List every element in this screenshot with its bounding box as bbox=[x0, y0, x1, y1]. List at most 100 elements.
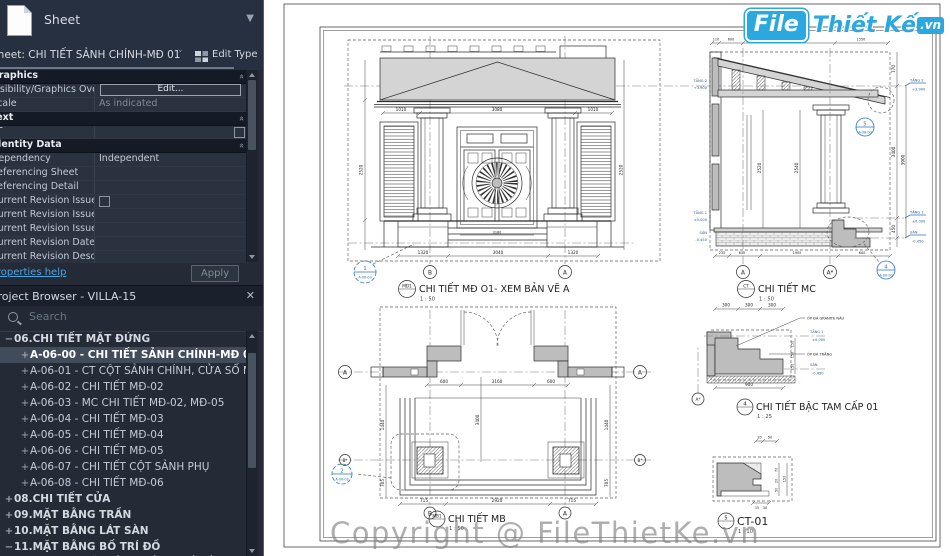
tree-item-a0607[interactable]: +A-06-07 - CHI TIẾT CỘT SẢNH PHỤ bbox=[0, 459, 248, 475]
scroll-down-icon[interactable] bbox=[249, 255, 255, 259]
section-header-graphics[interactable]: Graphics« bbox=[0, 70, 248, 84]
tree-item-a0606[interactable]: +A-06-06 - CHI TIẾT MĐ-05 bbox=[0, 443, 248, 459]
dim-label: 30 bbox=[763, 506, 767, 510]
prop-row-rev-to: Current Revision Issued To bbox=[0, 222, 248, 237]
properties-type-selector[interactable]: Sheet ▼ bbox=[0, 0, 263, 42]
scroll-up-icon[interactable] bbox=[249, 73, 255, 77]
section-title: Text bbox=[0, 111, 14, 123]
dim-label: 3400 bbox=[891, 146, 896, 157]
dim-label: 1440 bbox=[604, 419, 609, 430]
dim-label: 640 bbox=[859, 251, 865, 255]
tree-item-a0600[interactable]: +A-06-00 - CHI TIẾT SẢNH CHÍNH-MĐ 01 bbox=[0, 347, 248, 363]
expand-icon[interactable]: + bbox=[20, 380, 30, 395]
tree-item-10[interactable]: +10.MẶT BẰNG LÁT SÀN bbox=[0, 523, 248, 539]
dim-label: 3900 bbox=[901, 154, 906, 165]
chevron-down-icon[interactable]: ˅ bbox=[178, 50, 183, 60]
expand-icon[interactable]: + bbox=[20, 396, 30, 411]
expand-icon[interactable]: + bbox=[4, 508, 14, 523]
chevron-down-icon[interactable]: ▼ bbox=[246, 13, 254, 24]
prop-label: Current Revision Descripti... bbox=[0, 250, 94, 262]
prop-row-scale: Scale As indicated bbox=[0, 97, 248, 112]
prop-label: Current Revision Date bbox=[0, 236, 94, 248]
tree-item-08[interactable]: +08.CHI TIẾT CỬA bbox=[0, 491, 248, 507]
tree-item-a0602[interactable]: +A-06-02 - CHI TIẾT MĐ-02 bbox=[0, 379, 248, 395]
scroll-thumb[interactable] bbox=[248, 353, 256, 468]
view-callout-1[interactable]: 1 A-06-03 bbox=[353, 243, 415, 284]
dim-label: 770 bbox=[891, 65, 896, 73]
svg-text:TẦNG 1: TẦNG 1 bbox=[692, 210, 707, 215]
tree-item-06[interactable]: −06.CHI TIẾT MẶT ĐỨNG bbox=[0, 331, 248, 347]
dim-label: 150 bbox=[791, 341, 795, 347]
detail-callout-5[interactable]: 5 A-06-00 bbox=[855, 117, 875, 137]
section-header-identity[interactable]: Identity Data« bbox=[0, 139, 248, 154]
prop-row-rev-issued: Current Revision Issued bbox=[0, 195, 248, 209]
properties-scrollbar[interactable] bbox=[246, 70, 258, 262]
prop-label: Current Revision Issued By bbox=[0, 208, 94, 220]
logo-tld-badge: .vn bbox=[917, 17, 944, 34]
dim-label: 150 bbox=[783, 476, 787, 482]
dim-label: 3080 bbox=[492, 107, 503, 112]
section-header-text[interactable]: Text« bbox=[0, 111, 248, 126]
steps-profile bbox=[714, 337, 784, 375]
expand-icon[interactable]: + bbox=[20, 348, 30, 363]
grid-bubble: B bbox=[428, 271, 432, 277]
tree-item-a0604[interactable]: +A-06-04 - CHI TIẾT MĐ-03 bbox=[0, 411, 248, 427]
dim-label: 20 bbox=[775, 479, 779, 483]
material-note: ỐP ĐÁ GRANITE NÂU bbox=[807, 316, 845, 321]
expand-icon[interactable]: + bbox=[4, 492, 14, 507]
grid-bubble: A bbox=[563, 271, 567, 277]
search-input[interactable] bbox=[27, 309, 231, 324]
detail-callout-4[interactable]: 4 A-06-00 bbox=[876, 260, 896, 280]
dim-label: 900 bbox=[745, 382, 753, 387]
expand-icon[interactable]: + bbox=[20, 460, 30, 475]
dim-label: 300 bbox=[722, 303, 730, 308]
tree-item-a0608[interactable]: +A-06-08 - CHI TIẾT MĐ-06 bbox=[0, 475, 248, 491]
properties-help-link[interactable]: Properties help bbox=[0, 267, 66, 278]
edit-overrides-button[interactable]: Edit... bbox=[100, 84, 241, 97]
dim-label: 600 bbox=[728, 38, 734, 42]
browser-scrollbar[interactable] bbox=[246, 331, 258, 556]
expand-icon[interactable]: − bbox=[4, 332, 14, 347]
expand-icon[interactable]: + bbox=[20, 364, 30, 379]
scroll-thumb[interactable] bbox=[248, 80, 256, 150]
dim-label: 1010 bbox=[396, 107, 407, 112]
expand-icon[interactable]: + bbox=[20, 428, 30, 443]
left-dock: Sheet ▼ Sheet: CHI TIẾT SẢNH CHÍNH-MĐ 01… bbox=[0, 0, 264, 556]
dim-label: 615 bbox=[739, 251, 745, 255]
view-title: CHI TIẾT MĐ O1- XEM BẢN VẼ A bbox=[419, 283, 570, 295]
svg-text:+3.900: +3.900 bbox=[912, 88, 926, 92]
dim-label: 1905 bbox=[793, 251, 802, 255]
view-title-steps: 4 CHI TIẾT BẬC TAM CẤP 01 1 : 25 bbox=[736, 398, 878, 420]
tt-checkbox[interactable] bbox=[234, 126, 245, 138]
edit-type-button[interactable]: Edit Type bbox=[212, 49, 258, 60]
prop-row-ref-sheet: Referencing Sheet bbox=[0, 167, 248, 182]
dim-label: 2520 bbox=[619, 164, 624, 175]
tree-label: A-06-01 - CT CỘT SẢNH CHÍNH, CỬA SỔ MÁI bbox=[30, 365, 248, 377]
expand-icon[interactable]: − bbox=[4, 540, 14, 555]
scroll-up-icon[interactable] bbox=[249, 334, 255, 338]
material-note: ỐP ĐÁ TRẮNG bbox=[807, 352, 832, 357]
plan-view: A A B* B* 600 3160 600 3400 2 A-06-03 71… bbox=[331, 306, 654, 532]
expand-icon[interactable]: + bbox=[20, 412, 30, 427]
tree-item-09[interactable]: +09.MẶT BẰNG TRẦN bbox=[0, 507, 248, 523]
revision-issued-checkbox[interactable] bbox=[99, 195, 110, 207]
tree-item-a0601[interactable]: +A-06-01 - CT CỘT SẢNH CHÍNH, CỬA SỔ MÁI bbox=[0, 363, 248, 379]
apply-button[interactable]: Apply bbox=[191, 265, 239, 282]
properties-footer: Properties help Apply bbox=[0, 263, 263, 285]
scroll-down-icon[interactable] bbox=[249, 549, 255, 553]
view-callout-2[interactable]: 2 A-06-03 bbox=[331, 463, 353, 485]
close-icon[interactable]: ✕ bbox=[246, 289, 255, 302]
tree-item-a0605[interactable]: +A-06-05 - CHI TIẾT MĐ-04 bbox=[0, 427, 248, 443]
edit-type-icon[interactable] bbox=[194, 48, 209, 67]
svg-text:A-06-03: A-06-03 bbox=[358, 276, 371, 280]
project-browser-titlebar: Project Browser - VILLA-15 ✕ bbox=[0, 285, 263, 307]
tree-item-11[interactable]: −11.MẶT BẰNG BỐ TRÍ ĐỒ bbox=[0, 539, 248, 555]
svg-text:TẦNG 2: TẦNG 2 bbox=[692, 78, 707, 83]
tree-item-a0603[interactable]: +A-06-03 - MC CHI TIẾT MĐ-02, MĐ-05 bbox=[0, 395, 248, 411]
expand-icon[interactable]: + bbox=[4, 524, 14, 539]
drawing-area[interactable]: 1010 3080 1010 3160 1320 3040 1320 2520 … bbox=[264, 0, 950, 556]
prop-label: TT bbox=[0, 126, 94, 139]
expand-icon[interactable]: + bbox=[20, 444, 30, 459]
expand-icon[interactable]: + bbox=[20, 476, 30, 491]
copyright-watermark: Copyright @ FileThietKe.vn bbox=[330, 516, 761, 550]
